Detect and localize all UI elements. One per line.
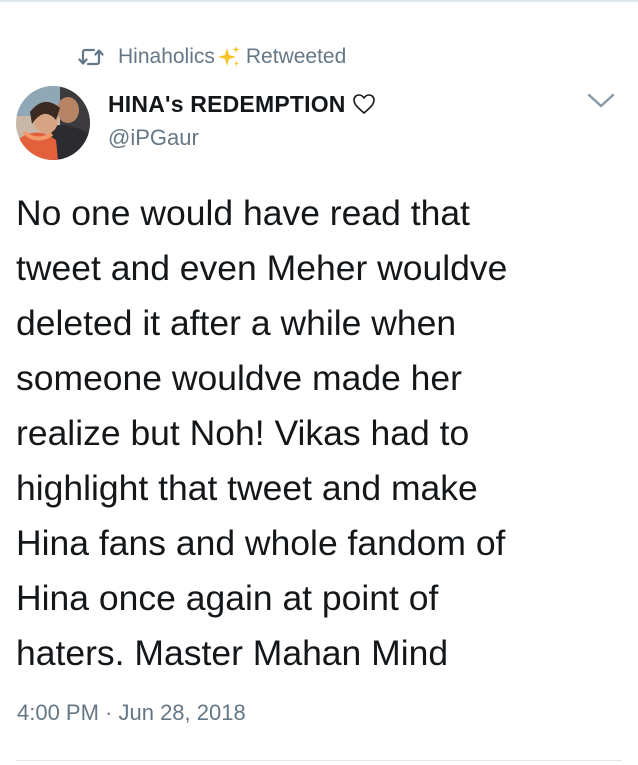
tweet-text-line: highlight that tweet and make: [16, 468, 478, 508]
tweet-text-line: someone wouldve made her: [16, 358, 462, 398]
sparkles-icon: [217, 45, 241, 69]
tweet-text-line: Hina fans and whole fandom of: [16, 523, 506, 563]
author-name[interactable]: HINA's REDEMPTION: [108, 91, 346, 118]
tweet-timestamp[interactable]: 4:00 PM · Jun 28, 2018: [17, 700, 246, 726]
tweet-menu-button[interactable]: [583, 90, 619, 116]
retweet-context[interactable]: Hinaholics Retweeted: [78, 42, 346, 72]
tweet-text-line: No one would have read that: [16, 193, 470, 233]
author-handle[interactable]: @iPGaur: [108, 125, 199, 151]
retweeted-label: Retweeted: [245, 45, 347, 68]
top-divider: [0, 0, 638, 2]
bottom-divider: [16, 760, 622, 761]
tweet-text-line: Hina once again at point of: [16, 578, 439, 618]
tweet-text-line: deleted it after a while when: [16, 303, 457, 343]
chevron-down-icon: [586, 92, 616, 115]
avatar[interactable]: [16, 86, 90, 160]
tweet-text-line: haters. Master Mahan Mind: [16, 633, 449, 673]
heart-icon: [352, 93, 376, 115]
tweet-text-line: realize but Noh! Vikas had to: [16, 413, 470, 453]
tweet-text-line: tweet and even Meher wouldve: [16, 248, 508, 288]
retweet-icon: [78, 47, 104, 67]
tweet-text: No one would have read that tweet and ev…: [16, 186, 626, 681]
retweeter-name[interactable]: Hinaholics: [118, 45, 215, 69]
author-name-row[interactable]: HINA's REDEMPTION: [108, 87, 376, 121]
